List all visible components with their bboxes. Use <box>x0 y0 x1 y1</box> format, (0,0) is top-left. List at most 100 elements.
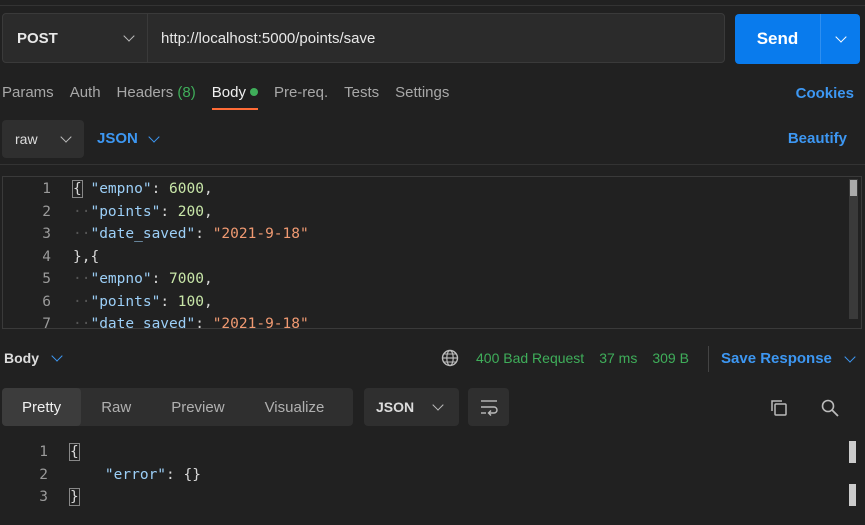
wrap-lines-icon <box>480 400 498 416</box>
response-view-tabs: Pretty Raw Preview Visualize <box>2 388 353 426</box>
line-number: 2 <box>39 466 48 483</box>
response-size[interactable]: 309 B <box>652 350 689 366</box>
code-token: : <box>195 226 213 242</box>
code-token: ·· <box>73 316 91 329</box>
tab-pre-request[interactable]: Pre-req. <box>274 84 328 110</box>
divider <box>708 346 709 372</box>
globe-icon[interactable] <box>441 349 459 367</box>
code-token: : <box>166 466 184 483</box>
url-input[interactable]: http://localhost:5000/points/save <box>148 14 724 62</box>
response-time[interactable]: 37 ms <box>599 350 637 366</box>
tab-preview[interactable]: Preview <box>151 388 244 426</box>
search-icon[interactable] <box>820 398 840 418</box>
chevron-down-icon <box>148 130 160 143</box>
tab-auth[interactable]: Auth <box>70 84 101 110</box>
tab-tests[interactable]: Tests <box>344 84 379 110</box>
scrollbar-thumb[interactable] <box>849 484 856 506</box>
tab-label: Raw <box>101 398 132 416</box>
response-meta: 400 Bad Request 37 ms 309 B <box>476 350 704 366</box>
code-line: 7 ··"date_saved": "2021-9-18" <box>3 313 309 329</box>
request-tabs: Params Auth Headers (8) Body Pre-req. Te… <box>2 84 465 110</box>
method-select[interactable]: POST <box>3 14 148 62</box>
code-line: 1 { "empno": 6000, <box>3 178 213 200</box>
code-token: "empno" <box>90 271 152 287</box>
code-token: { <box>72 180 83 198</box>
line-number: 2 <box>42 203 51 220</box>
scrollbar-thumb[interactable] <box>849 441 856 463</box>
method-label: POST <box>17 29 58 47</box>
code-token: {} <box>183 466 201 483</box>
tab-label: Auth <box>69 84 101 101</box>
line-number: 3 <box>42 226 51 242</box>
request-body-editor[interactable]: 1{ "empno": 6000, 2 ··"points": 200, 3 ··"da… <box>2 176 862 329</box>
body-mode-select[interactable]: raw <box>2 120 84 158</box>
code-token: "points" <box>90 203 161 220</box>
tab-body[interactable]: Body <box>211 84 259 110</box>
code-token: } <box>69 488 80 506</box>
tab-headers[interactable]: Headers (8) <box>117 84 196 110</box>
tab-label: Pretty <box>22 398 62 416</box>
body-format-select[interactable]: JSON <box>97 130 160 147</box>
code-token: : <box>160 293 178 310</box>
code-token: : <box>151 181 170 197</box>
tab-visualize[interactable]: Visualize <box>245 388 345 426</box>
code-text: },{ <box>73 249 99 265</box>
line-number: 7 <box>42 316 51 329</box>
code-token: ·· <box>73 203 91 220</box>
chevron-down-icon <box>844 350 856 363</box>
headers-count: (8) <box>177 84 196 101</box>
code-token: , <box>203 203 213 220</box>
code-text: "error": {} <box>70 467 201 483</box>
code-token: 200 <box>177 203 204 220</box>
wrap-lines-button[interactable] <box>468 388 509 426</box>
code-token: 7000 <box>169 271 204 287</box>
tab-pretty[interactable]: Pretty <box>2 388 82 426</box>
code-line: 2 ··"points": 200, <box>3 201 213 223</box>
code-token: ·· <box>73 226 91 242</box>
save-response-button[interactable]: Save Response <box>721 350 856 367</box>
code-token: "2021-9-18" <box>212 226 309 242</box>
code-token: : <box>160 203 178 220</box>
code-token: "error" <box>104 466 167 483</box>
tab-settings[interactable]: Settings <box>395 84 449 110</box>
code-token: "points" <box>90 293 161 310</box>
code-token: "date_saved" <box>90 316 196 329</box>
send-options-button[interactable] <box>820 14 860 64</box>
tab-label: Tests <box>344 84 380 101</box>
divider <box>0 164 865 165</box>
response-format-select[interactable]: JSON <box>364 388 459 426</box>
response-section-toggle[interactable]: Body <box>4 350 63 366</box>
code-token: "empno" <box>90 181 152 197</box>
code-token: },{ <box>73 248 100 265</box>
tab-label: Body <box>211 84 246 101</box>
send-label: Send <box>756 29 799 48</box>
copy-icon[interactable] <box>769 398 789 418</box>
status-badge[interactable]: 400 Bad Request <box>476 350 584 366</box>
tab-label: Params <box>2 84 54 101</box>
tab-label: Settings <box>395 84 450 101</box>
tab-raw[interactable]: Raw <box>81 388 151 426</box>
scrollbar-thumb[interactable] <box>850 180 857 196</box>
code-text: ··"date_saved": "2021-9-18" <box>73 316 309 329</box>
send-button-group: Send <box>735 14 860 64</box>
tab-label: Headers <box>116 84 174 101</box>
beautify-button[interactable]: Beautify <box>788 130 847 147</box>
code-text: } <box>69 488 80 506</box>
tab-params[interactable]: Params <box>2 84 54 110</box>
cookies-link[interactable]: Cookies <box>796 85 854 102</box>
code-token: "date_saved" <box>90 226 196 242</box>
code-token: : <box>151 271 170 287</box>
code-token: { <box>69 443 80 461</box>
code-line: 3} <box>0 486 80 508</box>
code-token: 100 <box>177 293 204 310</box>
code-text: ··"points": 200, <box>73 204 213 220</box>
code-token: , <box>203 293 213 310</box>
line-number: 3 <box>39 489 48 505</box>
code-token: ·· <box>73 271 91 287</box>
response-body-viewer[interactable]: 1{2 "error": {} 3} <box>0 440 865 525</box>
code-token: , <box>203 181 213 197</box>
send-button[interactable]: Send <box>735 14 820 64</box>
code-token: ·· <box>73 293 91 310</box>
editor-scrollbar[interactable] <box>849 179 858 319</box>
